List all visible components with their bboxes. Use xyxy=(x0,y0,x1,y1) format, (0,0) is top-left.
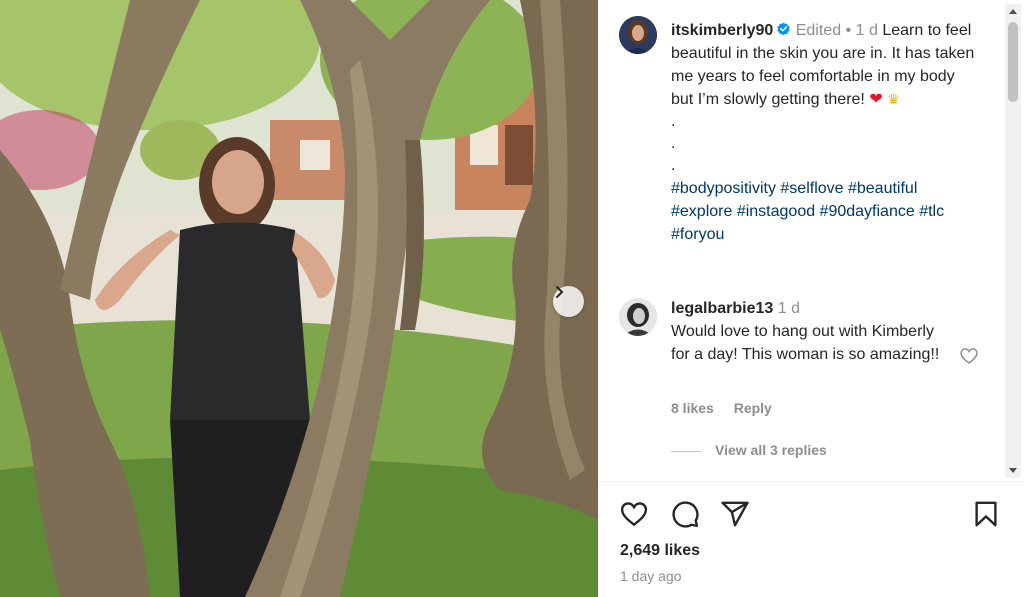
heart-outline-icon xyxy=(620,502,648,527)
post-side-panel: itskimberly90 Edited • 1 d Learn to feel… xyxy=(598,0,1024,597)
save-button[interactable] xyxy=(971,499,1001,529)
verified-badge-icon xyxy=(777,22,790,36)
comment-text: Would love to hang out with Kimberly for… xyxy=(671,323,940,363)
comment-likes[interactable]: 8 likes xyxy=(671,400,714,416)
photo-illustration xyxy=(0,0,598,597)
replies-divider-line xyxy=(671,450,701,452)
likes-count[interactable]: 2,649 likes xyxy=(620,542,700,560)
comments-scroll-area[interactable]: itskimberly90 Edited • 1 d Learn to feel… xyxy=(599,0,1024,480)
caption-body: itskimberly90 Edited • 1 d Learn to feel… xyxy=(671,19,981,246)
author-avatar[interactable] xyxy=(619,16,657,54)
view-replies-button[interactable]: View all 3 replies xyxy=(671,442,827,458)
paper-plane-icon xyxy=(721,501,749,527)
author-avatar-image xyxy=(619,16,657,54)
comment-like-button[interactable] xyxy=(959,346,979,366)
share-button[interactable] xyxy=(720,499,750,529)
author-username[interactable]: itskimberly90 xyxy=(671,22,773,39)
post-actions-bar: 2,649 likes 1 day ago xyxy=(599,481,1024,597)
post-date[interactable]: 1 day ago xyxy=(620,568,682,584)
meta-separator: • xyxy=(845,22,852,39)
caption-dot: . xyxy=(671,135,676,152)
caption-dot: . xyxy=(671,157,676,174)
hashtags-line[interactable]: #bodypositivity #selflove #beautiful xyxy=(671,177,981,200)
scrollbar-thumb[interactable] xyxy=(1008,22,1018,102)
chevron-right-icon xyxy=(556,286,563,298)
post-photo[interactable] xyxy=(0,0,598,597)
scroll-up-arrow-icon[interactable] xyxy=(1009,9,1017,14)
hashtags-line[interactable]: #foryou xyxy=(671,223,981,246)
comment-age: 1 d xyxy=(777,300,800,317)
edited-label: Edited xyxy=(795,22,842,39)
next-photo-button[interactable] xyxy=(553,286,584,317)
comment-meta: 8 likes Reply xyxy=(671,400,788,416)
commenter-username[interactable]: legalbarbie13 xyxy=(671,300,773,317)
scroll-down-arrow-icon[interactable] xyxy=(1009,468,1017,473)
comment-body: legalbarbie13 1 d Would love to hang out… xyxy=(671,297,951,366)
comment-button[interactable] xyxy=(670,499,700,529)
crown-emoji: ♛ xyxy=(887,91,900,107)
caption-dot: . xyxy=(671,113,676,130)
bookmark-icon xyxy=(975,501,997,527)
scrollbar[interactable] xyxy=(1005,4,1021,478)
heart-outline-icon xyxy=(960,348,978,365)
view-replies-label: View all 3 replies xyxy=(715,442,827,458)
comment-bubble-icon xyxy=(672,501,699,528)
reply-button[interactable]: Reply xyxy=(734,400,772,416)
post-age[interactable]: 1 d xyxy=(856,22,878,39)
hashtags-line[interactable]: #explore #instagood #90dayfiance #tlc xyxy=(671,200,981,223)
commenter-avatar[interactable] xyxy=(619,298,657,336)
commenter-avatar-image xyxy=(619,298,657,336)
red-heart-emoji: ❤ xyxy=(869,91,883,108)
like-button[interactable] xyxy=(619,499,649,529)
